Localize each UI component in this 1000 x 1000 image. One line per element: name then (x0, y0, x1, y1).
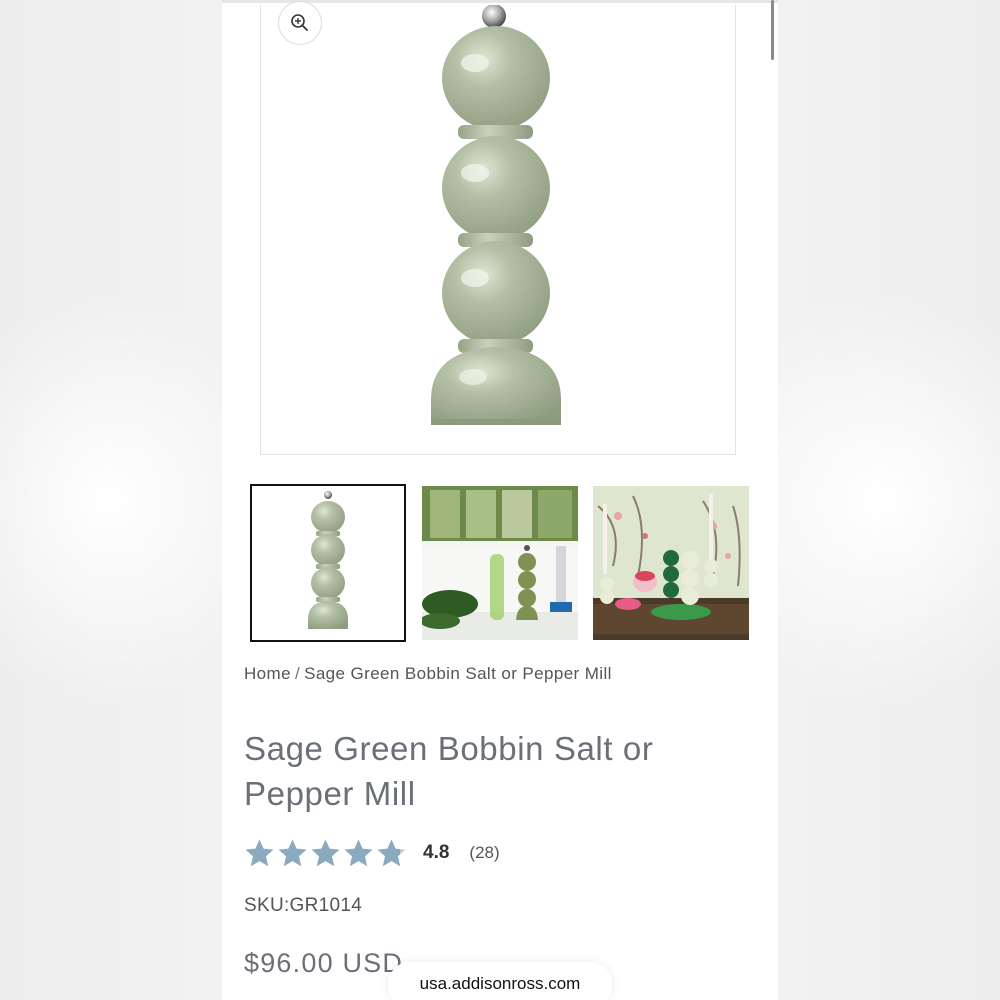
product-rating[interactable]: 4.8 (28) (244, 836, 500, 870)
zoom-in-icon (291, 14, 308, 31)
star-icon (344, 839, 373, 866)
breadcrumb-home-link[interactable]: Home (244, 664, 291, 683)
dining-scene-image (593, 486, 749, 640)
browser-url-bar[interactable]: usa.addisonross.com (388, 962, 612, 1000)
star-icon (377, 839, 406, 866)
thumbnail-gallery (250, 484, 750, 642)
rating-value: 4.8 (423, 842, 450, 863)
breadcrumb-separator: / (294, 664, 301, 683)
star-icon (245, 839, 274, 866)
star-icon (278, 839, 307, 866)
pepper-mill-image (431, 5, 561, 425)
product-page: Home / Sage Green Bobbin Salt or Pepper Mi… (222, 0, 778, 1000)
star-icon (311, 839, 340, 866)
breadcrumb-current: Sage Green Bobbin Salt or Pepper Mill (304, 664, 612, 683)
thumbnail-kitchen-scene[interactable] (422, 486, 578, 640)
review-count-link[interactable]: (28) (469, 843, 499, 863)
scrollbar[interactable] (771, 0, 774, 60)
thumbnail-dining-scene[interactable] (593, 486, 749, 640)
rating-stars (244, 838, 409, 869)
thumbnail-product[interactable] (250, 484, 406, 642)
url-text: usa.addisonross.com (419, 974, 581, 993)
product-title: Sage Green Bobbin Salt or Pepper Mill (244, 730, 654, 812)
product-sku: SKU:GR1014 (244, 895, 363, 916)
zoom-button[interactable] (278, 1, 322, 45)
kitchen-scene-image (422, 486, 578, 640)
breadcrumb: Home / Sage Green Bobbin Salt or Pepper Mi… (244, 664, 612, 684)
product-price: $96.00 USD (244, 948, 404, 978)
main-product-image[interactable] (260, 1, 736, 455)
pepper-mill-thumbnail (308, 491, 348, 629)
